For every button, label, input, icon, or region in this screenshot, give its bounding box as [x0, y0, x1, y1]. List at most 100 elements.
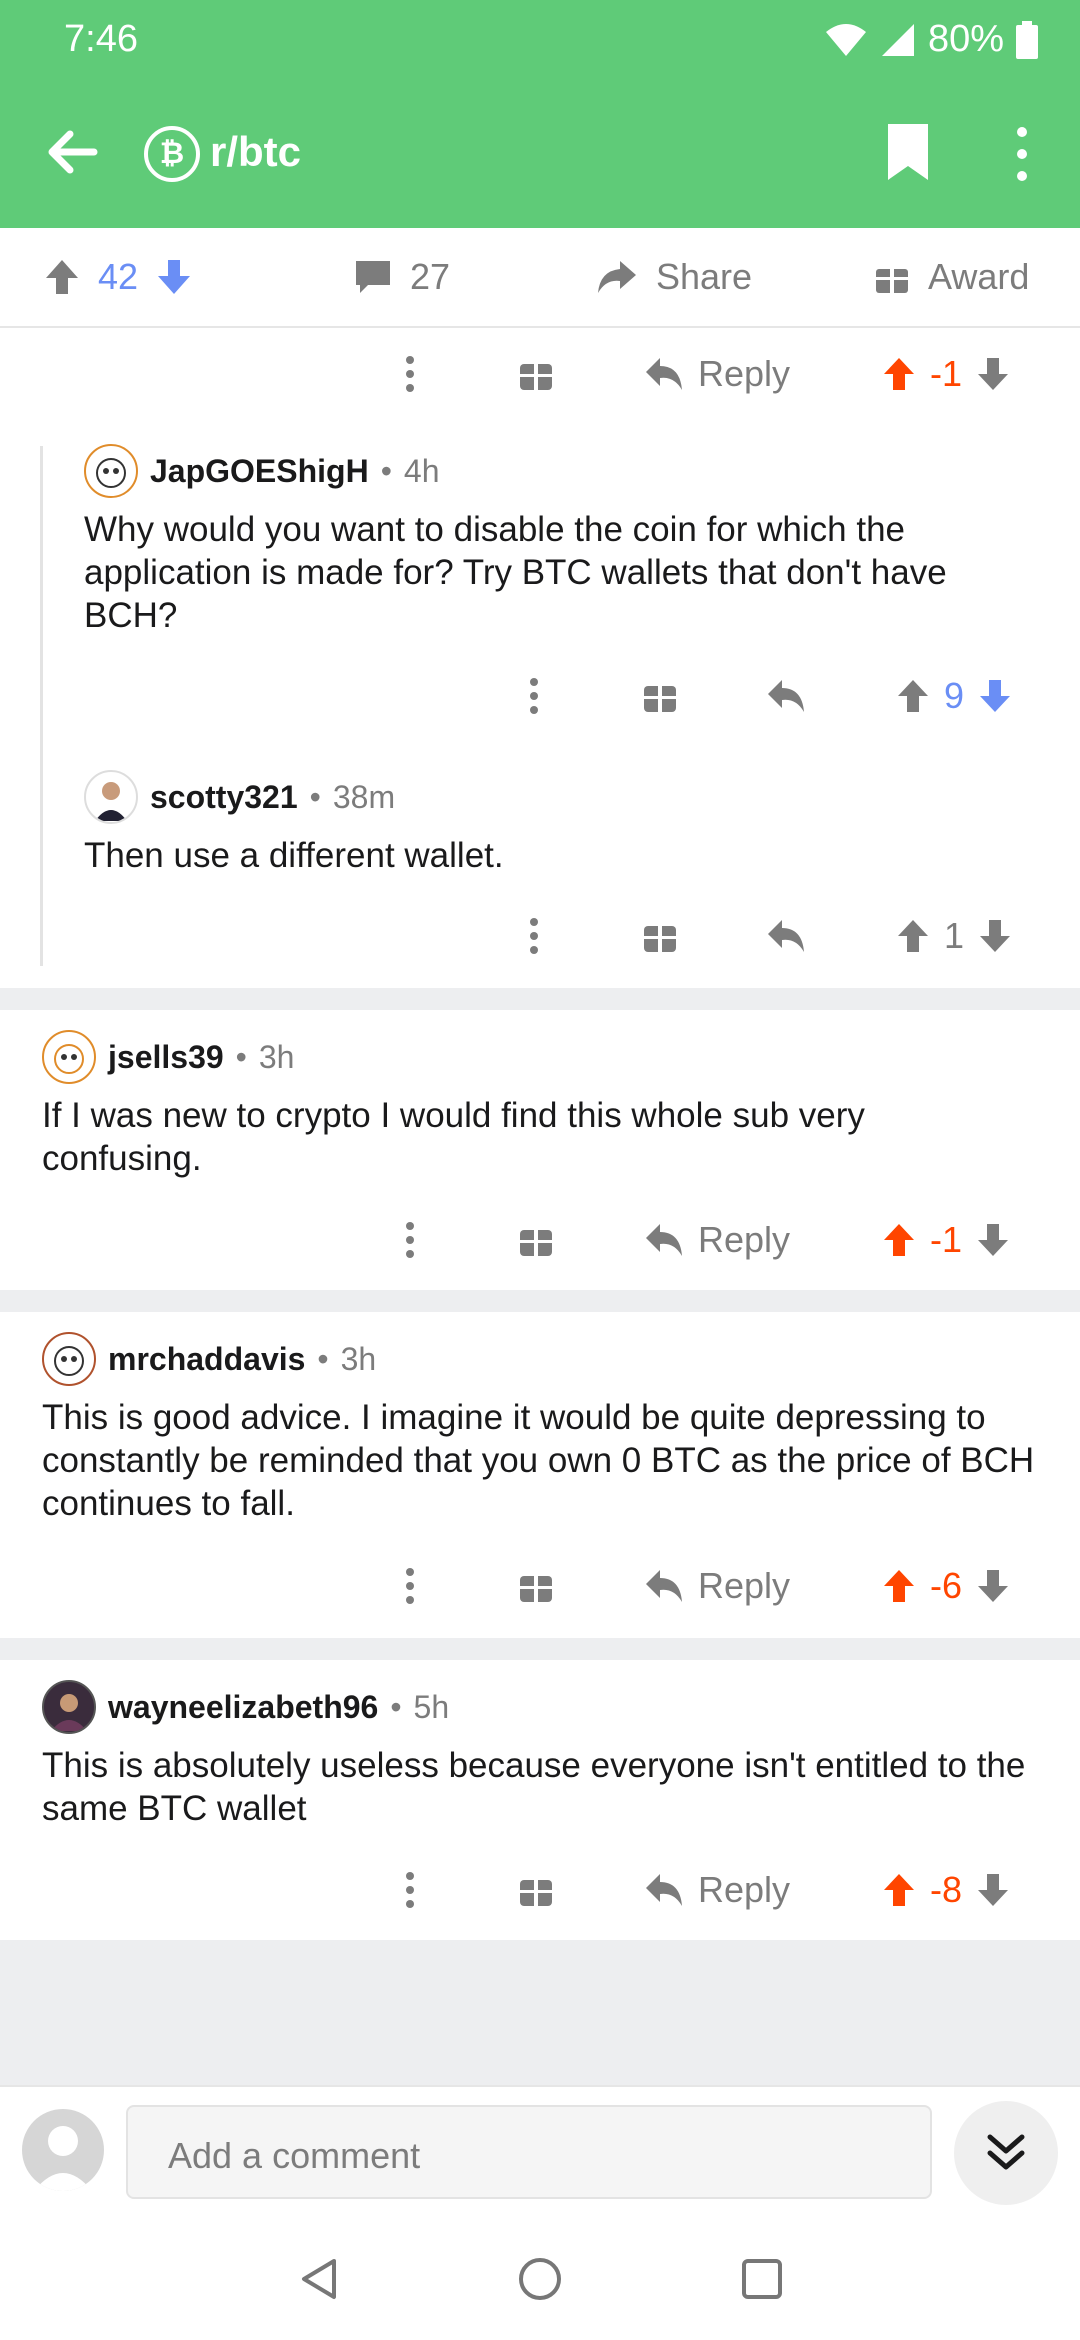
comment-separator — [0, 1290, 1080, 1312]
reply-label: Reply — [698, 1565, 791, 1606]
gift-icon[interactable] — [518, 1556, 554, 1616]
avatar[interactable] — [42, 1030, 96, 1084]
avatar[interactable] — [84, 444, 138, 498]
comment-time: 4h — [403, 452, 440, 489]
gift-icon[interactable] — [518, 344, 554, 404]
comment-time-separator: • — [235, 1038, 247, 1075]
more-options-icon[interactable] — [1010, 124, 1034, 184]
subreddit-name[interactable]: r/btc — [210, 128, 301, 176]
back-arrow-icon[interactable] — [40, 120, 104, 184]
comment-time: 38m — [332, 778, 396, 815]
downvote-icon[interactable] — [978, 678, 1012, 714]
nav-home-icon[interactable] — [516, 2255, 564, 2303]
reply-button[interactable]: Reply — [644, 1210, 790, 1270]
comment-author[interactable]: JapGOEShigH — [150, 453, 369, 490]
comment-header: scotty321 • 38m — [84, 770, 395, 824]
downvote-icon[interactable] — [976, 356, 1010, 392]
comment-author[interactable]: jsells39 — [108, 1039, 224, 1076]
collapse-button[interactable] — [954, 2101, 1058, 2205]
comment-actions: 1 — [0, 906, 1080, 966]
post-vote-group: 42 — [44, 256, 192, 298]
comment-header: wayneelizabeth96 • 5h — [42, 1680, 449, 1734]
more-options-icon[interactable] — [398, 1210, 422, 1270]
reply-icon[interactable] — [766, 906, 806, 966]
comment-header: jsells39 • 3h — [42, 1030, 294, 1084]
bookmark-icon[interactable] — [884, 122, 932, 182]
downvote-icon[interactable] — [976, 1222, 1010, 1258]
avatar[interactable] — [42, 1680, 96, 1734]
upvote-icon[interactable] — [882, 1222, 916, 1258]
upvote-icon[interactable] — [44, 258, 80, 296]
comment-input[interactable]: Add a comment — [126, 2105, 932, 2199]
reply-icon — [646, 358, 682, 390]
avatar[interactable] — [84, 770, 138, 824]
upvote-icon[interactable] — [882, 1872, 916, 1908]
comment-time-separator: • — [317, 1340, 329, 1377]
comment-score: -1 — [930, 1219, 963, 1260]
downvote-icon[interactable] — [976, 1568, 1010, 1604]
upvote-icon[interactable] — [882, 356, 916, 392]
gift-icon[interactable] — [642, 906, 678, 966]
comment-body: If I was new to crypto I would find this… — [42, 1096, 865, 1178]
comments-end-area — [0, 1940, 1080, 2085]
more-options-icon[interactable] — [398, 1556, 422, 1616]
comment-header: mrchaddavis • 3h — [42, 1332, 376, 1386]
battery-level: 80% — [927, 18, 1004, 60]
vote-group: -1 — [882, 1210, 1010, 1270]
award-button[interactable]: Award — [874, 256, 1029, 298]
reply-button[interactable]: Reply — [644, 1860, 790, 1920]
more-options-icon[interactable] — [522, 666, 546, 726]
gift-icon[interactable] — [518, 1860, 554, 1920]
downvote-icon[interactable] — [156, 258, 192, 296]
post-score: 42 — [98, 256, 139, 297]
battery-icon — [1016, 20, 1038, 59]
double-chevron-down-icon — [987, 2134, 1025, 2170]
award-label: Award — [928, 256, 1030, 297]
reply-button[interactable]: Reply — [644, 344, 790, 404]
comment-author[interactable]: scotty321 — [150, 779, 298, 816]
comment-header: JapGOEShigH • 4h — [84, 444, 440, 498]
user-avatar[interactable] — [22, 2109, 104, 2191]
comments-button[interactable]: 27 — [354, 256, 450, 298]
upvote-icon[interactable] — [896, 678, 930, 714]
gift-icon[interactable] — [642, 666, 678, 726]
gift-icon[interactable] — [518, 1210, 554, 1270]
avatar[interactable] — [42, 1332, 96, 1386]
toolbar: ₿ r/btc — [0, 110, 1080, 200]
share-label: Share — [656, 256, 753, 297]
status-time: 7:46 — [64, 18, 138, 60]
nav-back-icon[interactable] — [296, 2255, 344, 2303]
share-button[interactable]: Share — [596, 256, 752, 298]
downvote-icon[interactable] — [976, 1872, 1010, 1908]
app-header: 7:46 80% ₿ r/btc — [0, 0, 1080, 228]
reply-icon — [646, 1224, 682, 1256]
comment-author[interactable]: mrchaddavis — [108, 1341, 305, 1378]
upvote-icon[interactable] — [882, 1568, 916, 1604]
comment-time-separator: • — [309, 778, 321, 815]
upvote-icon[interactable] — [896, 918, 930, 954]
comment-composer: Add a comment — [0, 2085, 1080, 2215]
more-options-icon[interactable] — [398, 344, 422, 404]
comment-body: This is good advice. I imagine it would … — [42, 1398, 1035, 1523]
comment-score: -6 — [930, 1565, 963, 1606]
comment-body: This is absolutely useless because every… — [42, 1746, 1026, 1828]
more-options-icon[interactable] — [398, 1860, 422, 1920]
more-options-icon[interactable] — [522, 906, 546, 966]
comment-time-separator: • — [380, 452, 392, 489]
comment-actions: Reply -6 — [0, 1556, 1080, 1616]
downvote-icon[interactable] — [978, 918, 1012, 954]
status-right: 80% — [824, 18, 1038, 61]
system-nav-bar — [0, 2215, 1080, 2340]
signal-icon — [881, 23, 914, 56]
comment-separator — [0, 988, 1080, 1010]
bitcoin-icon[interactable]: ₿ — [144, 126, 200, 182]
comment-body: Then use a different wallet. — [84, 836, 504, 875]
reply-button[interactable]: Reply — [644, 1556, 790, 1616]
status-bar: 7:46 80% — [0, 0, 1080, 80]
comment-time-separator: • — [390, 1688, 402, 1725]
comment-body: Why would you want to disable the coin f… — [84, 510, 947, 635]
reply-icon[interactable] — [766, 666, 806, 726]
vote-group: -1 — [882, 344, 1010, 404]
comment-author[interactable]: wayneelizabeth96 — [108, 1689, 378, 1726]
nav-recents-icon[interactable] — [738, 2255, 786, 2303]
